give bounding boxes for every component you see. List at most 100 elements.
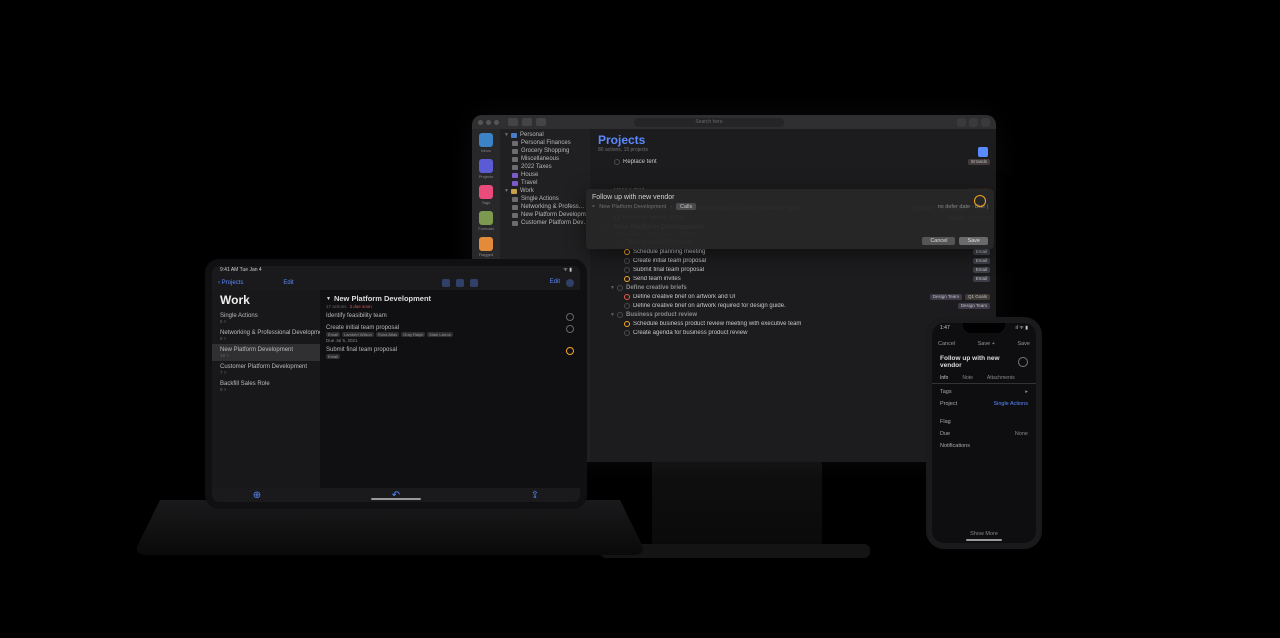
home-indicator[interactable] (966, 539, 1002, 541)
cancel-button[interactable]: Cancel (922, 237, 955, 245)
traffic-zoom[interactable] (494, 120, 499, 125)
row-project[interactable]: ProjectSingle Actions (932, 398, 1036, 410)
status-circle[interactable] (624, 294, 630, 300)
sidebar-toggle[interactable] (508, 118, 518, 126)
task-row[interactable]: Submit final team proposalEmail (596, 265, 990, 274)
chevron-down-icon: ▼ (610, 285, 614, 291)
row-tags[interactable]: Tags▸ (932, 386, 1036, 398)
status-circle[interactable] (566, 347, 574, 355)
task-row[interactable]: Define creative brief on artwork and UID… (596, 292, 990, 301)
folder-item[interactable]: Customer Platform Dev… (500, 219, 590, 227)
traffic-minimize[interactable] (486, 120, 491, 125)
tab-note[interactable]: Note (962, 375, 973, 381)
folder-item[interactable]: Networking & Profess… (500, 203, 590, 211)
status-circle[interactable] (974, 195, 986, 207)
folder-personal[interactable]: ▼Personal (500, 131, 590, 139)
folder-item[interactable]: 2022 Taxes (500, 163, 590, 171)
ribbon-projects[interactable]: Projects (479, 159, 493, 179)
chevron-down-icon: ▼ (610, 312, 614, 318)
sub-group[interactable]: ▼Define creative briefs (596, 283, 990, 292)
status-circle[interactable] (566, 313, 574, 321)
row-due[interactable]: DueNone (932, 428, 1036, 440)
search-input[interactable]: Search here (634, 118, 784, 127)
task-row[interactable]: Define creative brief on artwork require… (596, 301, 990, 310)
sidebar-title: Work (212, 290, 320, 310)
status-circle[interactable] (617, 312, 623, 318)
folder-icon (512, 173, 518, 178)
task-row[interactable]: Identify feasibility team (326, 313, 574, 321)
sidebar-item[interactable]: Customer Platform Development7 > (212, 361, 320, 378)
inspector-icon[interactable] (981, 118, 990, 127)
status-circle[interactable] (624, 267, 630, 273)
row-flag[interactable]: Flag (932, 416, 1036, 428)
tab-info[interactable]: Info (940, 375, 948, 381)
more-icon[interactable] (566, 279, 574, 287)
detail-edit-button[interactable]: Edit (550, 279, 560, 287)
save-button[interactable]: Save (1017, 341, 1030, 347)
task-row[interactable]: Create initial team proposal Email Lambe… (326, 325, 574, 343)
add-action-button[interactable]: ⊕ (252, 490, 262, 500)
folder-work[interactable]: ▼Work (500, 187, 590, 195)
status-circle[interactable] (624, 321, 630, 327)
edit-button[interactable]: Edit (283, 280, 293, 286)
sidebar-item[interactable]: Backfill Sales Role9 > (212, 378, 320, 395)
tag[interactable]: Mark Larros (427, 332, 452, 337)
status-circle[interactable] (624, 303, 630, 309)
sidebar-item-selected[interactable]: New Platform Development19 > (212, 344, 320, 361)
traffic-close[interactable] (478, 120, 483, 125)
ribbon-tags[interactable]: Tags (479, 185, 493, 205)
tag-icon[interactable] (456, 279, 464, 287)
folder-item[interactable]: New Platform Developm… (500, 211, 590, 219)
quick-entry-breadcrumb[interactable]: New Platform Development (599, 204, 666, 210)
save-plus-button[interactable]: Save + (978, 341, 995, 347)
folder-item[interactable]: Travel (500, 179, 590, 187)
view-icon[interactable] (969, 118, 978, 127)
status-circle[interactable] (614, 159, 620, 165)
status-circle[interactable] (566, 325, 574, 333)
task-row[interactable]: Send team invitesEmail (596, 274, 990, 283)
status-circle[interactable] (617, 285, 623, 291)
tag[interactable]: Email (326, 332, 340, 337)
ribbon-inbox[interactable]: Inbox (479, 133, 493, 153)
ribbon-forecast[interactable]: Forecast (478, 211, 494, 231)
detail-title: ▼New Platform Development (326, 294, 574, 303)
calendar-icon[interactable] (470, 279, 478, 287)
view-control[interactable] (978, 147, 988, 157)
folder-item[interactable]: Miscellaneous (500, 155, 590, 163)
tag[interactable]: Gray Ralph (401, 332, 425, 337)
task-row[interactable]: Submit final team proposal Email (326, 347, 574, 359)
share-button[interactable]: ⇪ (530, 490, 540, 500)
folder-item[interactable]: Single Actions (500, 195, 590, 203)
folder-item[interactable]: Grocery Shopping (500, 147, 590, 155)
cleanup-button[interactable] (536, 118, 546, 126)
status-circle[interactable] (624, 330, 630, 336)
sidebar-item[interactable]: Networking & Professional Development9 > (212, 327, 320, 344)
eye-icon[interactable] (957, 118, 966, 127)
quick-entry-tag[interactable]: Calls (676, 203, 696, 210)
ribbon-flagged[interactable]: Flagged (479, 237, 493, 257)
folder-item[interactable]: Personal Finances (500, 139, 590, 147)
row-notifications[interactable]: Notifications (932, 440, 1036, 452)
task-row[interactable]: Create initial team proposalEmail (596, 256, 990, 265)
status-circle[interactable] (624, 276, 630, 282)
status-circle[interactable] (624, 258, 630, 264)
home-indicator[interactable] (371, 498, 421, 500)
quick-entry-title[interactable]: Follow up with new vendor (592, 194, 988, 201)
save-button[interactable]: Save (959, 237, 988, 245)
sub-group[interactable]: ▼Business product review (596, 310, 990, 319)
cancel-button[interactable]: Cancel (938, 341, 955, 347)
quick-entry-dialog[interactable]: Follow up with new vendor ‣ New Platform… (586, 189, 994, 249)
tag[interactable]: Email (326, 354, 340, 359)
status-circle[interactable] (624, 249, 630, 255)
task-row[interactable]: Replace tentErrands (596, 157, 990, 166)
tag[interactable]: Lambert Wilson (342, 332, 374, 337)
folder-item[interactable]: House (500, 171, 590, 179)
status-circle[interactable] (1018, 357, 1028, 367)
sidebar-item[interactable]: Single Actions6 > (212, 310, 320, 327)
task-title-row[interactable]: Follow up with new vendor (932, 351, 1036, 373)
tag[interactable]: Rona Atlas (376, 332, 399, 337)
back-button[interactable]: ‹ Projects (218, 280, 243, 286)
add-button[interactable] (522, 118, 532, 126)
person-icon[interactable] (442, 279, 450, 287)
tab-attachments[interactable]: Attachments (987, 375, 1015, 381)
